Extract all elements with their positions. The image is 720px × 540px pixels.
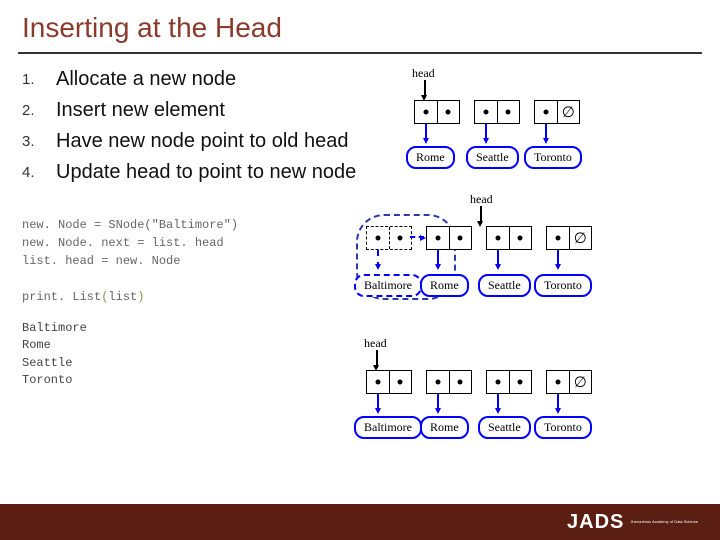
city-pill: Toronto: [534, 416, 592, 439]
list-node: [414, 100, 460, 124]
city-pill: Seattle: [478, 416, 531, 439]
steps-list: Allocate a new node Insert new element H…: [22, 66, 362, 186]
step-item: Have new node point to old head: [22, 128, 362, 155]
diagram-insert: head ∅: [362, 196, 708, 314]
dashed-link-icon: [410, 236, 424, 238]
city-pill: Toronto: [534, 274, 592, 297]
output-line: Rome: [22, 338, 51, 352]
list-node: ∅: [534, 100, 580, 124]
city-pill: Seattle: [478, 274, 531, 297]
slide-title: Inserting at the Head: [0, 0, 720, 52]
step-item: Allocate a new node: [22, 66, 362, 93]
head-arrow-icon: [376, 350, 378, 368]
list-node: [474, 100, 520, 124]
code-block: new. Node = SNode("Baltimore") new. Node…: [22, 216, 362, 306]
head-label: head: [412, 66, 435, 81]
list-node: [426, 226, 472, 250]
node-row: ∅: [414, 100, 580, 124]
output-line: Toronto: [22, 373, 72, 387]
code-line: new. Node. next = list. head: [22, 236, 224, 250]
list-node: ∅: [546, 226, 592, 250]
diagrams-column: head ∅ Rome Seattle Toronto: [362, 66, 708, 450]
city-pill: Rome: [420, 416, 469, 439]
output-line: Seattle: [22, 356, 72, 370]
head-arrow-icon: [480, 206, 482, 224]
head-arrow-icon: [424, 80, 426, 98]
code-line: print. List(list): [22, 290, 144, 304]
code-line: list. head = new. Node: [22, 254, 180, 268]
null-icon: ∅: [558, 101, 580, 123]
city-pill: Toronto: [524, 146, 582, 169]
step-text: Allocate a new node: [56, 66, 236, 93]
logo-subtext: Jheronimus Academy of Data Science: [630, 520, 698, 524]
output-block: Baltimore Rome Seattle Toronto: [22, 320, 362, 390]
step-item: Update head to point to new node: [22, 159, 362, 186]
jads-logo: JADS Jheronimus Academy of Data Science: [567, 510, 698, 534]
head-label: head: [364, 336, 387, 351]
null-icon: ∅: [570, 227, 592, 249]
head-label: head: [470, 192, 493, 207]
title-rule: [18, 52, 702, 54]
diagram-after: head ∅ Baltimo: [362, 340, 708, 450]
footer-bar: JADS Jheronimus Academy of Data Science: [0, 504, 720, 540]
list-node: [486, 370, 532, 394]
null-icon: ∅: [570, 371, 592, 393]
list-node: [426, 370, 472, 394]
logo-mark: JADS: [567, 511, 624, 534]
city-pill: Seattle: [466, 146, 519, 169]
list-node: [366, 370, 412, 394]
node-row: ∅: [366, 226, 592, 250]
output-line: Baltimore: [22, 321, 87, 335]
city-pill: Baltimore: [354, 274, 422, 297]
city-pill: Rome: [406, 146, 455, 169]
city-pill: Rome: [420, 274, 469, 297]
step-text: Update head to point to new node: [56, 159, 356, 186]
content-area: Allocate a new node Insert new element H…: [0, 66, 720, 450]
list-node: [486, 226, 532, 250]
list-node: ∅: [546, 370, 592, 394]
step-text: Have new node point to old head: [56, 128, 348, 155]
left-column: Allocate a new node Insert new element H…: [22, 66, 362, 450]
code-line: new. Node = SNode("Baltimore"): [22, 218, 238, 232]
step-text: Insert new element: [56, 97, 225, 124]
step-item: Insert new element: [22, 97, 362, 124]
list-node-new: [366, 226, 412, 250]
node-row: ∅: [366, 370, 592, 394]
diagram-before: head ∅ Rome Seattle Toronto: [362, 70, 708, 170]
city-pill: Baltimore: [354, 416, 422, 439]
